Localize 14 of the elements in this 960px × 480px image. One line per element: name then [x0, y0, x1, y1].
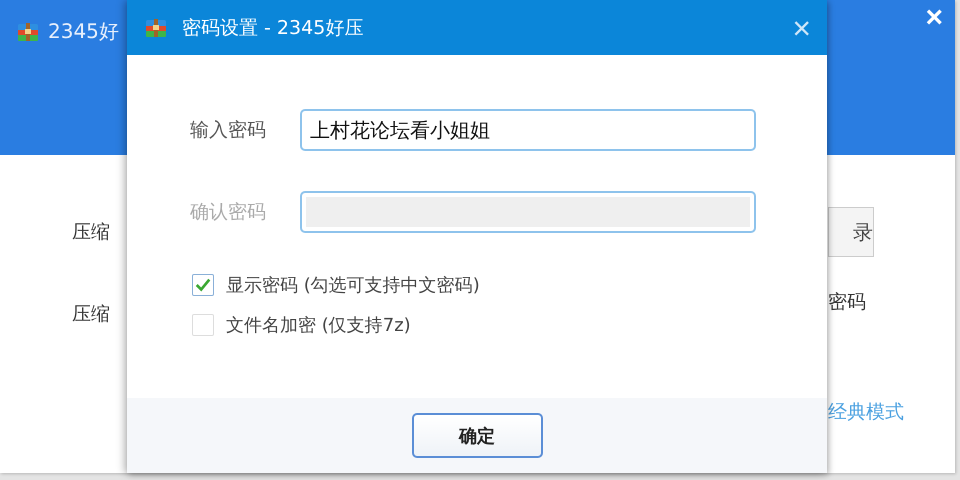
checkbox-label: 显示密码 (勾选可支持中文密码) — [226, 274, 480, 297]
checkbox-label: 文件名加密 (仅支持7z) — [226, 314, 411, 337]
option-label: 密码 — [828, 290, 866, 315]
ok-button[interactable]: 确定 — [412, 413, 542, 458]
field-label: 确认密码 — [190, 200, 267, 225]
close-button[interactable]: × — [913, 0, 955, 36]
password-field[interactable]: 上村花论坛看小姐姐 — [300, 109, 756, 151]
field-label: 输入密码 — [190, 118, 267, 143]
checkbox[interactable] — [192, 274, 214, 296]
option-label: 压缩 — [72, 220, 110, 245]
window-title: 2345好 — [48, 18, 119, 45]
dialog-title: 密码设置 - 2345好压 — [182, 16, 364, 40]
option-label: 压缩 — [72, 302, 110, 327]
browse-button[interactable]: 录 — [828, 207, 874, 257]
